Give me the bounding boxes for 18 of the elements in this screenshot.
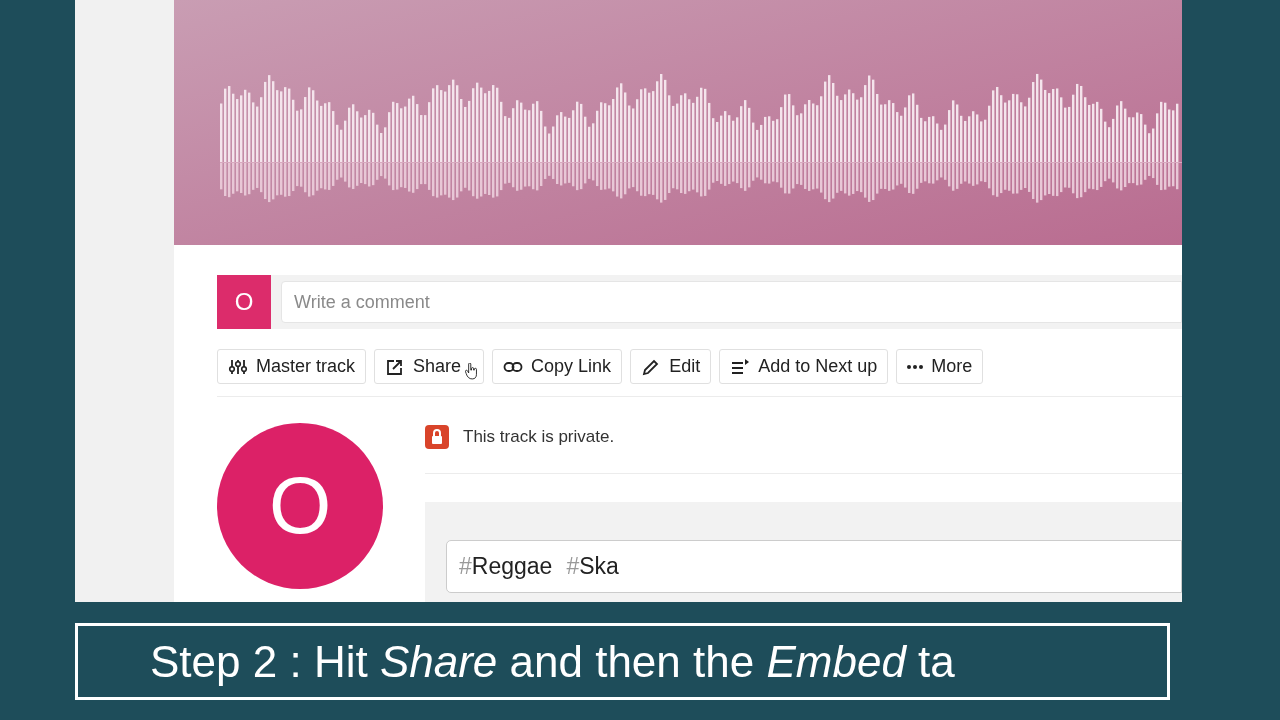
action-button[interactable]: Add to Next up bbox=[719, 349, 889, 384]
user-avatar: O bbox=[217, 275, 271, 329]
privacy-notice: This track is private. bbox=[463, 426, 615, 449]
comment-field[interactable]: Write a comment bbox=[281, 281, 1182, 323]
caption: Step 2 : Hit Share and then the Embed ta bbox=[150, 635, 955, 688]
tag[interactable]: #Ska bbox=[566, 549, 619, 584]
action-button[interactable]: Master track bbox=[217, 349, 367, 384]
action-button[interactable]: Copy Link bbox=[492, 349, 623, 384]
tag[interactable]: #Reggae bbox=[459, 549, 553, 584]
lock-icon bbox=[425, 425, 449, 449]
tags-field[interactable]: #Reggae #Ska bbox=[446, 540, 1182, 593]
artist-avatar[interactable]: O bbox=[217, 423, 383, 589]
action-button[interactable]: Share bbox=[374, 349, 485, 384]
queue-icon bbox=[730, 356, 751, 377]
action-button[interactable]: More bbox=[896, 349, 984, 384]
hand-cursor-icon bbox=[465, 363, 479, 380]
more-icon bbox=[907, 364, 924, 369]
action-button[interactable]: Edit bbox=[630, 349, 712, 384]
